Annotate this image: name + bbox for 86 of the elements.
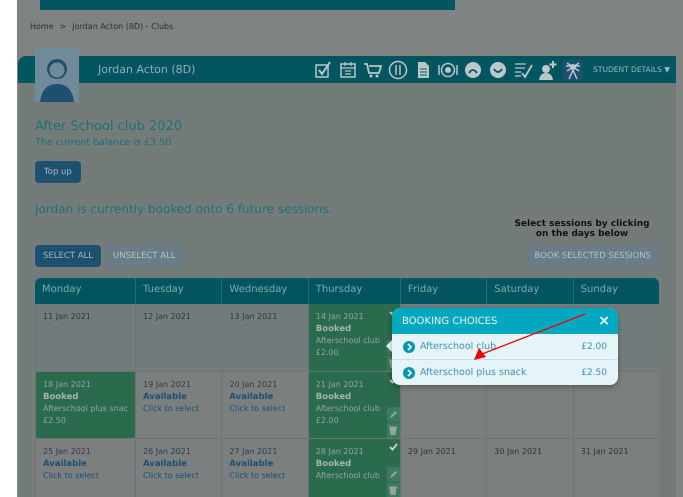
day-header: Thursday (308, 278, 400, 304)
avatar-silhouette-icon (35, 48, 79, 102)
choice-price: £2.50 (581, 368, 607, 378)
breadcrumb-link[interactable]: Home (30, 22, 54, 36)
cell-date: 28 Jan 2021 (316, 446, 365, 458)
cell-price: £2.00 (316, 415, 340, 427)
edit-button[interactable] (386, 407, 400, 422)
cell-status: Booked (316, 458, 352, 470)
cell-detail: Afterschool club (316, 470, 380, 482)
cell-date: 12 Jan 2021 (143, 311, 191, 323)
booked-day-cell[interactable]: 28 Jan 2021 Booked Afterschool club (308, 439, 400, 497)
checkbox-icon[interactable] (313, 60, 334, 80)
day-header: Monday (35, 278, 136, 304)
trash-icon (389, 486, 398, 495)
cell-detail: Click to select (229, 403, 286, 415)
cell-detail: Afterschool club (316, 403, 380, 415)
smile-face-icon[interactable] (488, 60, 508, 80)
student-name: Jordan Acton (8D) (98, 63, 196, 76)
available-day-cell[interactable]: 26 Jan 2021 Available Click to select (135, 439, 222, 497)
cell-date: 31 Jan 2021 (580, 446, 629, 458)
cell-date: 20 Jan 2021 (229, 379, 278, 391)
cell-status: Booked (316, 323, 352, 335)
available-day-cell[interactable]: 20 Jan 2021 Available Click to select (221, 372, 308, 439)
booked-day-cell[interactable]: 21 Jan 2021 Booked Afterschool club £2.00 (308, 372, 400, 439)
balance-text: The current balance is £3.50 (35, 137, 172, 148)
cell-date: 21 Jan 2021 (316, 379, 365, 391)
cell-price: £2.00 (316, 347, 340, 359)
available-day-cell[interactable]: 19 Jan 2021 Available Click to select (135, 372, 222, 439)
day-header: Tuesday (135, 278, 222, 304)
day-header: Friday (400, 278, 486, 304)
cell-status: Available (43, 458, 88, 470)
club-title: After School club 2020 (35, 118, 184, 134)
instruction-text: Select sessions by clicking on the days below (513, 219, 651, 239)
available-day-cell[interactable]: 25 Jan 2021 Available Click to select (35, 439, 136, 497)
popup-title: BOOKING CHOICES (402, 316, 498, 326)
top-up-button[interactable]: Top up (35, 161, 81, 183)
booked-day-cell[interactable]: 18 Jan 2021 Booked Afterschool plus snac £2.50 (35, 372, 136, 439)
breadcrumb-separator: > (60, 22, 66, 33)
cell-date: 30 Jan 2021 (494, 446, 542, 458)
cell-status: Available (143, 458, 188, 470)
pencil-icon (388, 470, 398, 479)
delete-button[interactable] (386, 483, 400, 497)
checkmark-icon (388, 443, 398, 451)
cell-date: 27 Jan 2021 (229, 446, 278, 458)
cell-detail: Click to select (143, 403, 199, 415)
chevron-circle-icon (403, 340, 415, 352)
cell-date: 19 Jan 2021 (143, 379, 192, 391)
frown-face-icon[interactable] (463, 60, 484, 80)
cell-status: Available (143, 391, 188, 403)
calendar-icon[interactable] (338, 60, 358, 80)
cell-price: £2.50 (43, 415, 67, 427)
person-plus-icon[interactable] (538, 60, 558, 80)
close-button[interactable]: × (598, 313, 610, 329)
cell-date: 13 Jan 2021 (229, 311, 278, 323)
cell-date: 29 Jan 2021 (408, 446, 456, 458)
pencil-icon (388, 410, 398, 419)
day-header: Sunday (572, 278, 659, 304)
booked-day-cell[interactable]: 14 Jan 2021 Booked Afterschool club £2.00 (308, 304, 400, 372)
delete-button[interactable] (386, 423, 400, 438)
cell-status: Available (229, 458, 274, 470)
cell-status: Booked (43, 391, 80, 403)
breadcrumb-link[interactable]: Jordan Acton (8D) - Clubs (72, 22, 174, 36)
cell-detail: Afterschool plus snac (43, 403, 128, 415)
day-header: Saturday (486, 278, 573, 304)
cell-detail: Afterschool club (316, 335, 380, 347)
choice-label: Afterschool club (420, 341, 498, 352)
cell-status: Booked (316, 391, 352, 403)
select-all-button[interactable]: SELECT ALL (35, 245, 101, 267)
edit-button[interactable] (386, 467, 400, 482)
booking-summary: Jordan is currently booked onto 6 future sessions. (35, 202, 334, 216)
trash-icon (389, 426, 398, 435)
choice-price: £2.00 (581, 342, 607, 352)
figure-icon[interactable] (563, 60, 584, 80)
cell-date: 14 Jan 2021 (316, 311, 365, 323)
day-header: Wednesday (221, 278, 308, 304)
cell-detail: Click to select (229, 470, 286, 482)
available-day-cell[interactable]: 27 Jan 2021 Available Click to select (221, 439, 308, 497)
cell-detail: Click to select (43, 470, 99, 482)
cell-status: Available (229, 391, 274, 403)
cell-detail: Click to select (143, 470, 199, 482)
cell-date: 26 Jan 2021 (143, 446, 192, 458)
cell-date: 25 Jan 2021 (43, 446, 92, 458)
cell-date: 18 Jan 2021 (43, 379, 92, 391)
chevron-circle-icon (403, 366, 415, 378)
choice-label: Afterschool plus snack (420, 367, 528, 378)
cell-date: 11 Jan 2021 (43, 311, 91, 323)
